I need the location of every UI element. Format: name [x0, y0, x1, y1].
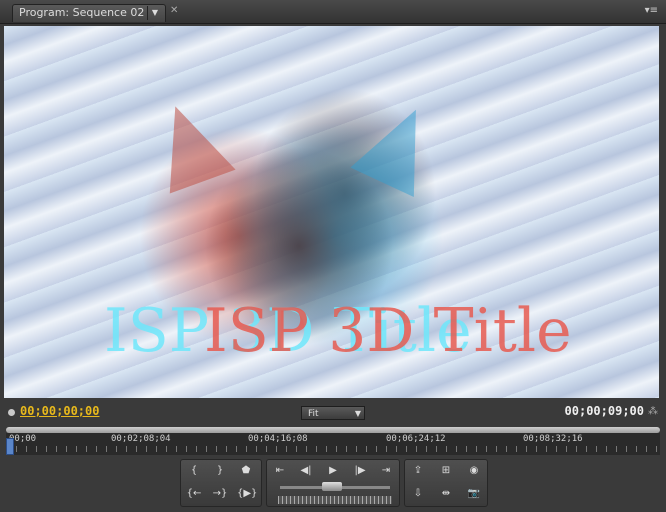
ruler-ticks	[6, 446, 660, 452]
chevron-down-icon: ▼	[354, 409, 361, 418]
step-back-icon[interactable]: ◀|	[297, 463, 315, 479]
panel-header: Program: Sequence 02 ▼ ✕ ▾≡	[0, 0, 666, 24]
time-ruler[interactable]: 00;00 00;02;08;04 00;04;16;08 00;06;24;1…	[6, 433, 660, 455]
close-icon[interactable]: ✕	[170, 5, 178, 16]
extract-icon[interactable]: ⇩	[409, 486, 427, 502]
lift-icon[interactable]: ⇪	[409, 463, 427, 479]
ruler-label: 00;02;08;04	[111, 434, 171, 444]
camera-icon[interactable]: 📷	[465, 486, 483, 502]
trim-icon[interactable]: ⇹	[437, 486, 455, 502]
tab-title: Program: Sequence 02	[19, 6, 145, 19]
play-in-to-out-icon[interactable]: {▶}	[237, 486, 257, 502]
ruler-label: 00;04;16;08	[248, 434, 308, 444]
zoom-value: Fit	[308, 409, 319, 419]
edit-controls: ⇪ ⊞ ◉ ⇩ ⇹ 📷	[404, 459, 488, 507]
zoom-select[interactable]: Fit ▼	[301, 406, 365, 420]
shuttle-control[interactable]	[278, 496, 392, 504]
marker-controls: { } ⬟ {← →} {▶}	[180, 459, 262, 507]
go-to-in-icon[interactable]: {←	[185, 486, 203, 502]
settings-icon[interactable]: ⁂	[648, 406, 658, 417]
mark-out-icon[interactable]: }	[211, 463, 229, 479]
go-to-previous-edit-icon[interactable]: ⇤	[271, 463, 289, 479]
ruler-label: 00;08;32;16	[523, 434, 583, 444]
safe-margins-icon[interactable]: ⊞	[437, 463, 455, 479]
go-to-next-edit-icon[interactable]: ⇥	[377, 463, 395, 479]
play-icon[interactable]: ▶	[324, 463, 342, 479]
marker-icon[interactable]: ⬟	[237, 463, 255, 479]
current-timecode[interactable]: 00;00;00;00	[20, 404, 99, 418]
cti-indicator-icon	[8, 409, 15, 416]
chevron-down-icon[interactable]: ▼	[147, 6, 162, 20]
output-icon[interactable]: ◉	[465, 463, 483, 479]
title-overlay-red: ISP 3D Title	[204, 296, 572, 366]
tab-program-sequence[interactable]: Program: Sequence 02 ▼	[12, 4, 166, 22]
jog-thumb[interactable]	[322, 482, 342, 491]
duration-timecode: 00;00;09;00	[564, 404, 644, 418]
ruler-label: 00;06;24;12	[386, 434, 446, 444]
step-forward-icon[interactable]: |▶	[351, 463, 369, 479]
panel-menu-icon[interactable]: ▾≡	[645, 5, 658, 16]
playhead[interactable]	[6, 438, 14, 455]
program-monitor-video: ISP 3D Title ISP 3D Title	[4, 26, 659, 398]
go-to-out-icon[interactable]: →}	[211, 486, 229, 502]
mark-in-icon[interactable]: {	[185, 463, 203, 479]
